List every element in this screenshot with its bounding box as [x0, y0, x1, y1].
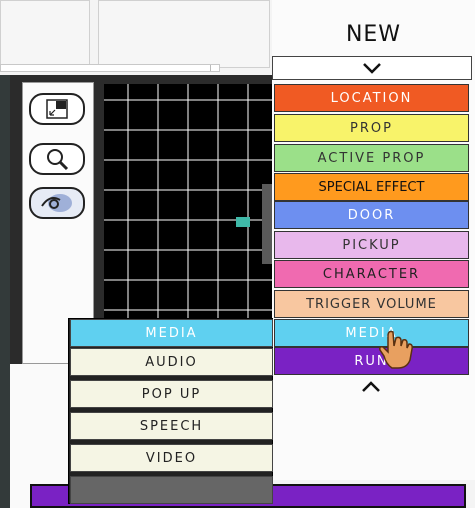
- submenu-empty-slot: [70, 476, 273, 504]
- menu-title: NEW: [345, 22, 402, 47]
- grid-object: [236, 217, 250, 227]
- menu-item-label: SPECIAL EFFECT: [318, 179, 425, 195]
- menu-item-label: PROP: [350, 120, 393, 136]
- menu-scroll-up-button[interactable]: [272, 56, 472, 80]
- top-left-panel: [0, 0, 90, 68]
- menu-item-pickup[interactable]: PICKUP: [274, 231, 469, 259]
- menu-item-media[interactable]: MEDIA: [274, 319, 469, 347]
- zoom-icon: [47, 149, 69, 171]
- submenu-item-speech[interactable]: SPEECH: [70, 412, 273, 440]
- menu-item-trigger-volume[interactable]: TRIGGER VOLUME: [274, 290, 469, 318]
- menu-scroll-down-button[interactable]: [272, 376, 470, 398]
- horizontal-scrollbar[interactable]: [0, 64, 220, 72]
- submenu-item-label: SPEECH: [139, 418, 204, 434]
- top-mid-panel: [98, 0, 270, 68]
- menu-item-special-effect[interactable]: SPECIAL EFFECT: [274, 173, 469, 201]
- hide-button[interactable]: [29, 187, 85, 219]
- chevron-down-icon: [363, 63, 381, 74]
- submenu-item-label: AUDIO: [145, 354, 198, 370]
- submenu-item-label: POP UP: [141, 386, 202, 402]
- submenu-item-video[interactable]: VIDEO: [70, 444, 273, 472]
- menu-item-character[interactable]: CHARACTER: [274, 260, 469, 288]
- zoom-button[interactable]: [29, 143, 85, 175]
- submenu-item-pop-up[interactable]: POP UP: [70, 380, 273, 408]
- menu-item-label: LOCATION: [330, 90, 413, 106]
- menu-item-location[interactable]: LOCATION: [274, 84, 469, 112]
- menu-item-label: ACTIVE PROP: [317, 150, 426, 166]
- submenu-item-label: MEDIA: [145, 325, 198, 341]
- hide-eye-icon: [41, 194, 72, 212]
- menu-item-label: PICKUP: [342, 237, 401, 253]
- submenu-item-media[interactable]: MEDIA: [70, 319, 273, 347]
- scrollbar-thumb[interactable]: [210, 65, 219, 71]
- fullscreen-button[interactable]: [29, 93, 85, 125]
- menu-item-label: DOOR: [347, 207, 396, 223]
- menu-item-active-prop[interactable]: ACTIVE PROP: [274, 144, 469, 172]
- menu-item-label: TRIGGER VOLUME: [306, 296, 437, 312]
- submenu-item-audio[interactable]: AUDIO: [70, 348, 273, 376]
- menu-item-label: CHARACTER: [322, 266, 421, 282]
- menu-item-door[interactable]: DOOR: [274, 201, 469, 229]
- submenu-item-label: VIDEO: [145, 450, 198, 466]
- menu-item-prop[interactable]: PROP: [274, 114, 469, 142]
- fullscreen-icon: [46, 99, 68, 119]
- chevron-up-icon: [362, 381, 380, 392]
- hand-cursor-icon: [379, 330, 413, 369]
- menu-item-run[interactable]: RUN: [274, 347, 469, 375]
